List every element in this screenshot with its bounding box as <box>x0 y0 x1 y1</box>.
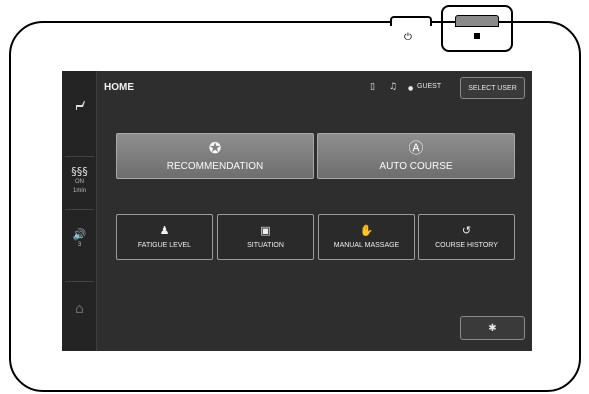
tile-label: MANUAL MASSAGE <box>333 242 400 249</box>
touch-screen: §§§ ON 1min 🔊 3 ⌂ HOME ▯ ♫ ● GUEST SELEC… <box>62 71 532 351</box>
heat-state: ON <box>75 179 84 185</box>
volume-level: 3 <box>77 242 82 248</box>
user-icon: ● <box>408 85 414 92</box>
award-ribbon-icon: ✪ <box>208 139 222 157</box>
sidebar-divider <box>65 209 94 210</box>
tile-label: RECOMMENDATION <box>166 161 264 172</box>
course-history-button[interactable]: ↺ COURSE HISTORY <box>418 214 515 260</box>
home-icon: ⌂ <box>75 301 84 317</box>
massage-hands-icon: ✋ <box>359 224 374 237</box>
heat-time: 1min <box>72 188 86 194</box>
power-button[interactable] <box>390 16 432 26</box>
tile-label: SITUATION <box>247 242 284 249</box>
person-icon: ♟ <box>159 224 170 237</box>
auto-course-icon: Ⓐ <box>408 139 424 157</box>
current-user-label: GUEST <box>417 83 442 90</box>
recommendation-button[interactable]: ✪ RECOMMENDATION <box>116 133 314 179</box>
highlight-callout <box>441 5 513 52</box>
home-button[interactable]: ⌂ <box>62 301 97 317</box>
settings-button[interactable]: ✱ <box>460 316 525 340</box>
seat-status <box>62 99 97 111</box>
history-clock-icon: ↺ <box>461 224 472 237</box>
page-title: HOME <box>104 82 134 93</box>
music-icon[interactable]: ♫ <box>389 82 397 92</box>
tile-label: AUTO COURSE <box>379 161 453 172</box>
select-user-button[interactable]: SELECT USER <box>460 77 525 99</box>
manual-massage-button[interactable]: ✋ MANUAL MASSAGE <box>318 214 415 260</box>
picture-icon: ▣ <box>260 224 271 237</box>
situation-button[interactable]: ▣ SITUATION <box>217 214 314 260</box>
volume-control[interactable]: 🔊 3 <box>62 229 97 250</box>
heat-control[interactable]: §§§ ON 1min <box>62 166 97 196</box>
callout-indicator <box>474 33 480 39</box>
speaker-icon: 🔊 <box>72 228 87 241</box>
heat-waves-icon: §§§ <box>71 165 88 178</box>
phone-icon[interactable]: ▯ <box>370 82 375 92</box>
tile-label: COURSE HISTORY <box>435 242 498 249</box>
tile-label: FATIGUE LEVEL <box>137 242 192 249</box>
auto-course-button[interactable]: Ⓐ AUTO COURSE <box>317 133 515 179</box>
gear-icon: ✱ <box>488 322 497 334</box>
fatigue-level-button[interactable]: ♟ FATIGUE LEVEL <box>116 214 213 260</box>
sidebar-divider <box>65 156 94 157</box>
sidebar: §§§ ON 1min 🔊 3 ⌂ <box>62 71 97 351</box>
sidebar-divider <box>65 281 94 282</box>
power-icon: ⏻ <box>404 32 412 43</box>
chair-icon <box>75 101 85 110</box>
